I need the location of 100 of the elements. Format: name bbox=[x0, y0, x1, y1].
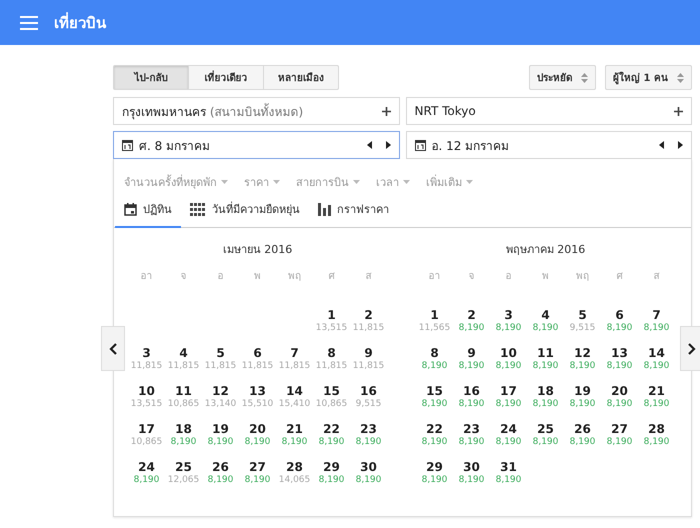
calendar-day[interactable]: 13 8,190 bbox=[601, 346, 638, 384]
up-down-arrows-icon bbox=[581, 72, 588, 84]
weekday-label: ส bbox=[652, 270, 660, 284]
calendar-day[interactable]: 11 10,865 bbox=[165, 384, 202, 422]
calendar-day[interactable]: 16 8,190 bbox=[453, 384, 490, 422]
caret-icon bbox=[221, 180, 228, 184]
date-field[interactable]: ศ. 8 มกราคม bbox=[113, 131, 400, 159]
chevron-right-icon bbox=[688, 342, 696, 354]
view-tab[interactable]: กราฟราคา bbox=[309, 193, 398, 228]
calendar-day[interactable]: 27 8,190 bbox=[239, 460, 276, 498]
calendar-day[interactable]: 29 8,190 bbox=[313, 460, 350, 498]
calendar-day[interactable]: 31 8,190 bbox=[490, 460, 527, 498]
airport-field[interactable]: NRT Tokyo bbox=[406, 97, 692, 125]
calendar-day[interactable]: 19 8,190 bbox=[202, 422, 239, 460]
airport-text: NRT Tokyo bbox=[414, 104, 477, 118]
grid-icon bbox=[190, 202, 206, 216]
calendar-day[interactable]: 28 8,190 bbox=[638, 422, 675, 460]
calendar-day[interactable]: 5 9,515 bbox=[564, 308, 601, 346]
calendar-day[interactable]: 25 8,190 bbox=[527, 422, 564, 460]
calendar-day[interactable]: 26 8,190 bbox=[202, 460, 239, 498]
plus-icon[interactable] bbox=[382, 106, 390, 116]
calendar-day[interactable]: 25 12,065 bbox=[165, 460, 202, 498]
calendar-day[interactable]: 24 8,190 bbox=[128, 460, 165, 498]
calendar-day[interactable]: 12 13,140 bbox=[202, 384, 239, 422]
calendar-day[interactable]: 21 8,190 bbox=[276, 422, 313, 460]
previous-date-icon[interactable] bbox=[366, 141, 372, 149]
calendar-day[interactable]: 26 8,190 bbox=[564, 422, 601, 460]
menu-icon[interactable] bbox=[20, 16, 38, 30]
bar-chart-icon bbox=[318, 202, 331, 216]
weekday-label: อ bbox=[504, 270, 512, 284]
calendar-day[interactable]: 22 8,190 bbox=[313, 422, 350, 460]
calendar-day[interactable]: 10 8,190 bbox=[490, 346, 527, 384]
calendar-day[interactable]: 12 8,190 bbox=[564, 346, 601, 384]
calendar-day[interactable]: 18 8,190 bbox=[165, 422, 202, 460]
calendar-day[interactable]: 10 13,515 bbox=[128, 384, 165, 422]
weekday-label: จ bbox=[180, 270, 188, 284]
calendar-day[interactable]: 8 11,815 bbox=[313, 346, 350, 384]
calendar-day[interactable]: 20 8,190 bbox=[601, 384, 638, 422]
calendar-day[interactable]: 2 8,190 bbox=[453, 308, 490, 346]
calendar-day[interactable]: 13 15,510 bbox=[239, 384, 276, 422]
calendar-day[interactable]: 21 8,190 bbox=[638, 384, 675, 422]
calendar-day[interactable]: 22 8,190 bbox=[416, 422, 453, 460]
next-date-icon[interactable] bbox=[678, 141, 683, 149]
weekday-label: ส bbox=[364, 270, 372, 284]
calendar-day[interactable]: 9 8,190 bbox=[453, 346, 490, 384]
app-title: เที่ยวบิน bbox=[54, 11, 106, 34]
chevron-left-icon bbox=[109, 342, 117, 354]
next-month-button[interactable] bbox=[680, 326, 700, 371]
trip-type-button[interactable]: หลายเมือง bbox=[263, 65, 339, 90]
calendar-day[interactable]: 29 8,190 bbox=[416, 460, 453, 498]
calendar-day[interactable]: 5 11,815 bbox=[202, 346, 239, 384]
calendar-day[interactable]: 4 11,815 bbox=[165, 346, 202, 384]
calendar-day[interactable]: 24 8,190 bbox=[490, 422, 527, 460]
date-field[interactable]: อ. 12 มกราคม bbox=[406, 131, 692, 159]
calendar-day[interactable]: 2 11,815 bbox=[350, 308, 387, 346]
calendar-icon bbox=[122, 140, 133, 150]
calendar-day[interactable]: 7 8,190 bbox=[638, 308, 675, 346]
calendar-day[interactable]: 4 8,190 bbox=[527, 308, 564, 346]
calendar-day[interactable]: 15 10,865 bbox=[313, 384, 350, 422]
calendar-day[interactable]: 17 10,865 bbox=[128, 422, 165, 460]
caret-icon bbox=[273, 180, 280, 184]
date-text: ศ. 8 มกราคม bbox=[139, 138, 212, 154]
dropdown[interactable]: ประหยัด bbox=[529, 65, 596, 90]
calendar-day[interactable]: 16 9,515 bbox=[350, 384, 387, 422]
calendar-day[interactable]: 1 11,565 bbox=[416, 308, 453, 346]
calendar-day[interactable]: 3 8,190 bbox=[490, 308, 527, 346]
calendar-day[interactable]: 30 8,190 bbox=[350, 460, 387, 498]
calendar-day[interactable]: 27 8,190 bbox=[601, 422, 638, 460]
calendar-day[interactable]: 19 8,190 bbox=[564, 384, 601, 422]
view-tab[interactable]: วันที่มีความยืดหยุ่น bbox=[181, 193, 309, 228]
next-date-icon[interactable] bbox=[386, 141, 390, 149]
view-tab[interactable]: ปฏิทิน bbox=[115, 193, 181, 228]
calendar-day[interactable]: 6 11,815 bbox=[239, 346, 276, 384]
calendar-day[interactable]: 23 8,190 bbox=[453, 422, 490, 460]
caret-icon bbox=[466, 180, 473, 184]
calendar-day[interactable]: 15 8,190 bbox=[416, 384, 453, 422]
previous-date-icon[interactable] bbox=[659, 141, 664, 149]
calendar-icon bbox=[414, 140, 426, 150]
calendar-day[interactable]: 6 8,190 bbox=[601, 308, 638, 346]
trip-type-button[interactable]: ไป-กลับ bbox=[113, 65, 189, 90]
calendar-day[interactable]: 14 15,410 bbox=[276, 384, 313, 422]
calendar-day[interactable]: 9 11,815 bbox=[350, 346, 387, 384]
calendar-day[interactable]: 17 8,190 bbox=[490, 384, 527, 422]
calendar-day[interactable]: 18 8,190 bbox=[527, 384, 564, 422]
calendar-day[interactable]: 20 8,190 bbox=[239, 422, 276, 460]
trip-type-button[interactable]: เที่ยวเดียว bbox=[188, 65, 264, 90]
calendar-day[interactable]: 7 11,815 bbox=[276, 346, 313, 384]
airport-field[interactable]: กรุงเทพมหานคร (สนามบินทั้งหมด) bbox=[113, 97, 400, 125]
weekday-label: พ bbox=[253, 270, 262, 284]
calendar-day[interactable]: 1 13,515 bbox=[313, 308, 350, 346]
plus-icon[interactable] bbox=[674, 106, 683, 116]
calendar-day[interactable]: 23 8,190 bbox=[350, 422, 387, 460]
calendar-day[interactable]: 14 8,190 bbox=[638, 346, 675, 384]
dropdown[interactable]: ผู้ใหญ่ 1 คน bbox=[605, 65, 692, 90]
calendar-day[interactable]: 30 8,190 bbox=[453, 460, 490, 498]
calendar-day[interactable]: 3 11,815 bbox=[128, 346, 165, 384]
previous-month-button[interactable] bbox=[101, 326, 125, 371]
calendar-day[interactable]: 11 8,190 bbox=[527, 346, 564, 384]
calendar-day[interactable]: 8 8,190 bbox=[416, 346, 453, 384]
calendar-day[interactable]: 28 14,065 bbox=[276, 460, 313, 498]
